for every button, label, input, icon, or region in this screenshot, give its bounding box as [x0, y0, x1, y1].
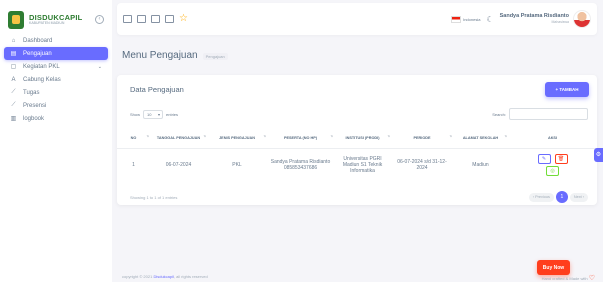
- cell-institusi: Universitas PGRI Madiun S1 Teknik Inform…: [342, 155, 383, 174]
- sidebar-item-kegiatan-pkl[interactable]: ▢ Kegiatan PKL ⌄: [4, 60, 108, 73]
- entries-select[interactable]: 10: [143, 109, 164, 119]
- table-footer: Showing 1 to 1 of 1 entries ‹ Previous 1…: [130, 191, 588, 203]
- user-name: Sandya Pratama Risdianto: [499, 12, 569, 19]
- star-icon[interactable]: ☆: [179, 14, 188, 24]
- chevron-down-icon: ⌄: [97, 63, 102, 70]
- theme-toggle-icon[interactable]: ☾: [486, 15, 493, 24]
- made-with: Hand crafted & Made with ♡: [541, 275, 595, 282]
- table-info: Showing 1 to 1 of 1 entries: [130, 194, 178, 200]
- cell-aksi: ✎ 🗑 ◎: [508, 148, 597, 181]
- mail-icon[interactable]: [123, 15, 132, 23]
- pagination: ‹ Previous 1 Next ›: [528, 191, 588, 203]
- card-title: Data Pengajuan: [130, 85, 184, 94]
- trash-icon[interactable]: 🗑: [554, 153, 568, 164]
- sort-icon: ⇅: [504, 134, 507, 138]
- sidebar-item-label: Kegiatan PKL: [23, 63, 60, 70]
- edit-icon[interactable]: ✎: [537, 153, 551, 164]
- sidebar-item-label: Presensi: [23, 102, 47, 109]
- heart-icon: ♡: [588, 275, 595, 282]
- previous-page-button[interactable]: ‹ Previous: [528, 192, 554, 202]
- sort-icon: ⇅: [263, 134, 266, 138]
- brand-name: DISDUKCAPIL: [29, 12, 83, 22]
- sidebar-item-cabung-kelas[interactable]: A Cabung Kelas: [4, 73, 108, 86]
- cell-jenis: PKL: [232, 161, 242, 168]
- user-info[interactable]: Sandya Pratama Risdianto Mahasiswa: [499, 12, 569, 25]
- show-label: Show: [130, 111, 141, 117]
- data-pengajuan-card: Data Pengajuan + TAMBAH Show 10 entries …: [117, 75, 597, 205]
- breadcrumb[interactable]: Pengajuan: [202, 53, 228, 60]
- add-button[interactable]: + TAMBAH: [545, 82, 589, 97]
- col-header-institusi[interactable]: INSTITUSI (PRODI) ⇅: [334, 129, 391, 149]
- sidebar-item-label: Pengajuan: [23, 50, 52, 57]
- sidebar-item-label: Tugas: [23, 89, 40, 96]
- copyright-link[interactable]: Disdukcapil: [153, 274, 173, 279]
- buy-now-button[interactable]: Buy Now: [537, 260, 570, 275]
- sidebar-item-tugas[interactable]: ⟋ Tugas: [4, 86, 108, 99]
- user-icon: A: [11, 76, 16, 83]
- table-controls: Show 10 entries Search:: [130, 108, 588, 120]
- table-header-row: NO ⇅ TANGGAL PENGAJUAN ⇅ JENIS PENGAJUAN ⇅ …: [117, 129, 597, 149]
- indonesia-flag-icon[interactable]: [451, 15, 462, 23]
- col-header-periode[interactable]: PERIODE ⇅: [391, 129, 453, 149]
- col-header-no[interactable]: NO ⇅: [117, 129, 150, 149]
- checkbox-icon[interactable]: [165, 15, 174, 23]
- sidebar-item-logbook[interactable]: ▥ logbook: [4, 112, 108, 125]
- sidebar-item-label: Cabung Kelas: [23, 76, 61, 83]
- cell-peserta: Sandya Pratama Risdianto 085853437686: [270, 158, 331, 171]
- calendar-icon[interactable]: [151, 15, 160, 23]
- table-row: 1 06-07-2024 PKL Sandya Pratama Risdiant…: [117, 148, 597, 181]
- sort-icon: ⇅: [330, 134, 333, 138]
- entries-label: entries: [166, 111, 179, 117]
- clipboard-icon: ▢: [10, 64, 17, 70]
- col-header-jenis[interactable]: JENIS PENGAJUAN ⇅: [207, 129, 267, 149]
- settings-gear-icon[interactable]: ⚙: [594, 148, 603, 162]
- quick-icons: ☆: [123, 14, 188, 24]
- sort-icon: ⇅: [387, 134, 390, 138]
- user-role: Mahasiswa: [551, 20, 569, 24]
- page-title: Menu Pengajuan: [122, 50, 198, 61]
- cell-periode: 06-07-2024 s/d 31-12-2024: [397, 158, 447, 171]
- pin-icon: ⟋: [11, 89, 16, 95]
- sort-icon: ⇅: [203, 134, 206, 138]
- search-label: Search:: [492, 111, 506, 117]
- col-header-aksi: AKSI: [508, 129, 597, 149]
- book-icon: ▥: [10, 116, 17, 122]
- avatar[interactable]: [573, 10, 591, 28]
- copyright: copyright © 2021 Disdukcapil, all rights…: [122, 274, 208, 279]
- sort-icon: ⇅: [146, 134, 149, 138]
- pin-icon: ⟋: [11, 102, 16, 108]
- current-page-button[interactable]: 1: [555, 191, 568, 203]
- col-header-tanggal[interactable]: TANGGAL PENGAJUAN ⇅: [150, 129, 207, 149]
- cell-tanggal: 06-07-2024: [165, 161, 192, 168]
- sidebar-item-label: Dashboard: [23, 37, 53, 44]
- search-input[interactable]: [509, 108, 588, 120]
- sidebar-menu: ⌂ Dashboard ▤ Pengajuan ▢ Kegiatan PKL ⌄…: [0, 30, 112, 125]
- action-buttons: ✎ 🗑 ◎: [537, 153, 568, 176]
- col-header-alamat[interactable]: ALAMAT SEKOLAH ⇅: [453, 129, 508, 149]
- chat-icon[interactable]: [137, 15, 146, 23]
- file-icon: ▤: [10, 51, 17, 57]
- sidebar: DISDUKCAPIL KABUPATEN MADIUN ‹ ⌂ Dashboa…: [0, 0, 112, 282]
- language-label[interactable]: Indonesia: [463, 17, 480, 22]
- home-icon: ⌂: [11, 37, 16, 44]
- brand[interactable]: DISDUKCAPIL KABUPATEN MADIUN ‹: [0, 0, 112, 30]
- sidebar-item-dashboard[interactable]: ⌂ Dashboard: [4, 34, 108, 47]
- next-page-button[interactable]: Next ›: [569, 192, 588, 202]
- cell-alamat: Madiun: [472, 161, 489, 168]
- col-header-peserta[interactable]: PESERTA (NO HP) ⇅: [267, 129, 334, 149]
- sort-icon: ⇅: [449, 134, 452, 138]
- sidebar-item-presensi[interactable]: ⟋ Presensi: [4, 99, 108, 112]
- collapse-sidebar-icon[interactable]: ‹: [95, 15, 104, 24]
- sidebar-item-label: logbook: [23, 115, 45, 122]
- cell-no: 1: [132, 161, 135, 168]
- sidebar-item-pengajuan[interactable]: ▤ Pengajuan: [4, 47, 108, 60]
- view-icon[interactable]: ◎: [546, 165, 559, 176]
- top-navbar: ☆ Indonesia ☾ Sandya Pratama Risdianto M…: [117, 3, 597, 35]
- page-heading: Menu Pengajuan Pengajuan: [122, 50, 228, 61]
- logo: [8, 10, 24, 29]
- brand-subtitle: KABUPATEN MADIUN: [29, 21, 65, 25]
- pengajuan-table: NO ⇅ TANGGAL PENGAJUAN ⇅ JENIS PENGAJUAN ⇅ …: [117, 129, 597, 181]
